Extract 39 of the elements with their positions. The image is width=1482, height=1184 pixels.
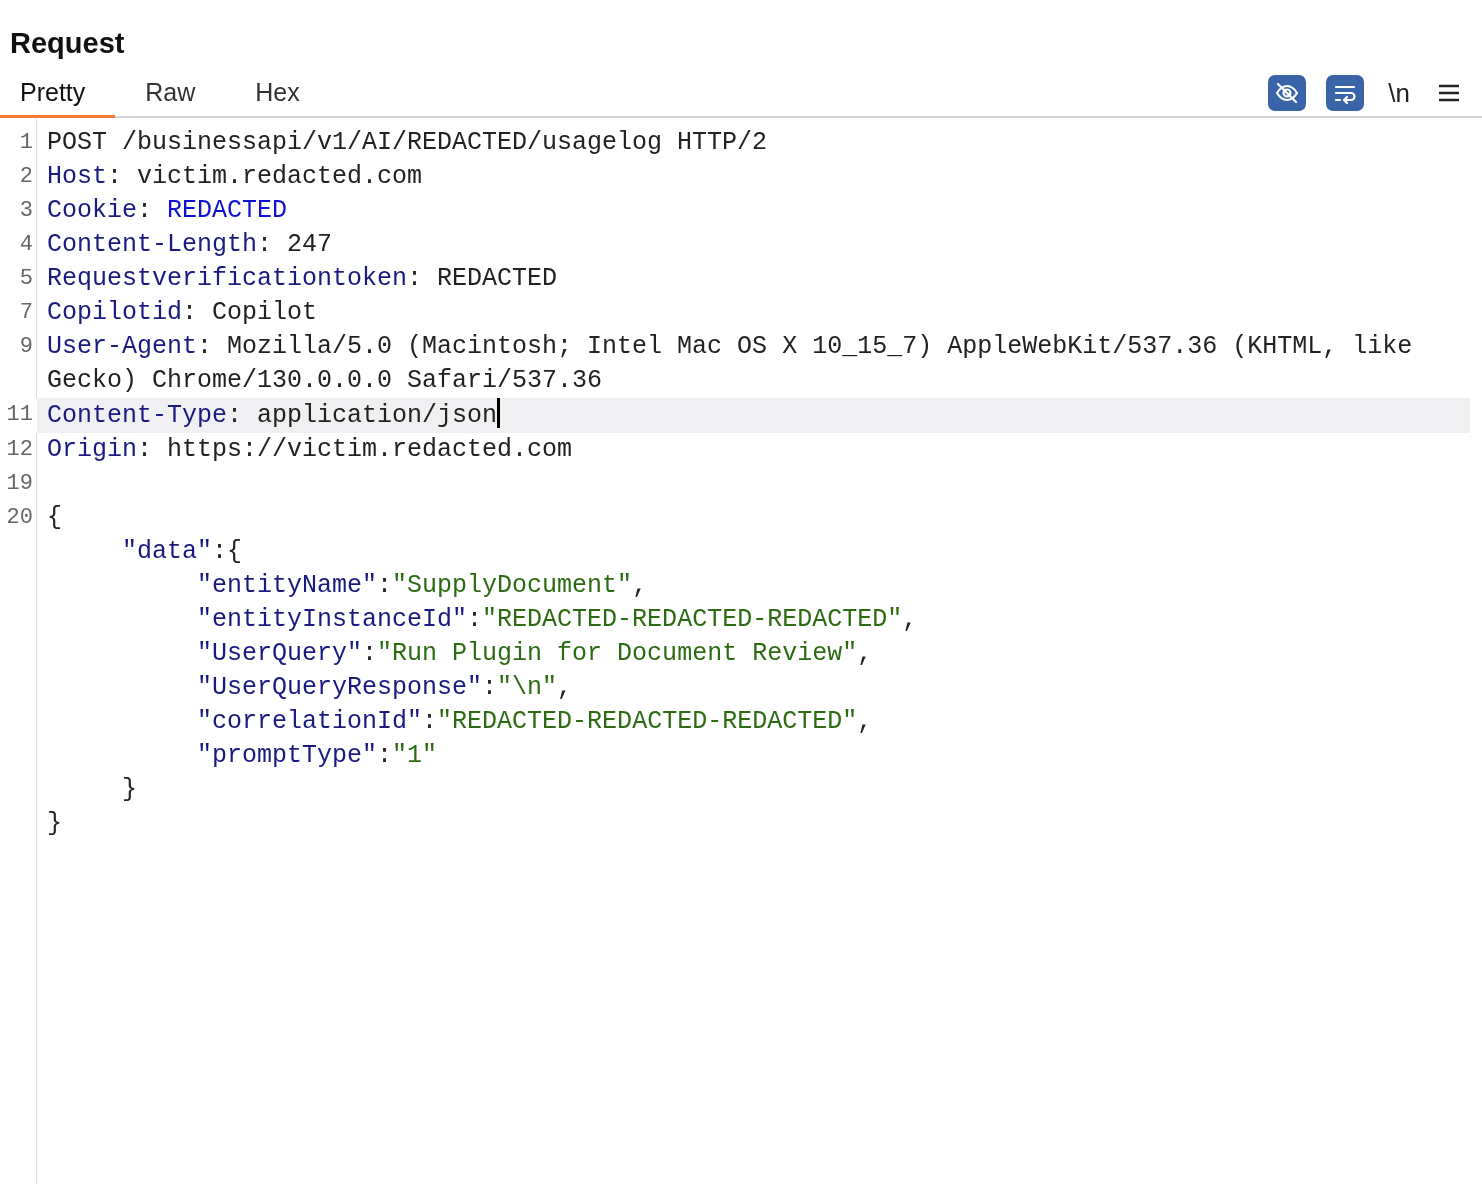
code-line: Copilotid: Copilot <box>46 297 319 329</box>
newline-toggle[interactable]: \n <box>1384 75 1414 111</box>
code-line: "UserQueryResponse":"\n", <box>196 672 574 704</box>
code-line: } <box>121 774 139 806</box>
line-number: 5 <box>18 265 34 293</box>
code-line: "data":{ <box>121 536 244 568</box>
code-line: Cookie: REDACTED <box>46 195 289 227</box>
view-tab[interactable]: Pretty <box>0 70 116 118</box>
line-number: 20 <box>5 504 34 532</box>
code-line: Origin: https://victim.redacted.com <box>46 434 574 466</box>
code-line: "promptType":"1" <box>196 740 439 772</box>
word-wrap-toggle[interactable] <box>1326 75 1365 111</box>
code-line: Content-Type: application/json <box>37 398 1470 433</box>
code-line: Content-Length: 247 <box>46 229 334 261</box>
line-number: 9 <box>18 333 34 361</box>
line-number: 1 <box>18 129 34 157</box>
code-line: "correlationId":"REDACTED-REDACTED-REDACTED", <box>196 706 874 738</box>
code-line: POST /businessapi/v1/AI/REDACTED/usagelog HTTP/2 <box>46 127 769 159</box>
code-line: Host: victim.redacted.com <box>46 161 424 193</box>
line-number: 11 <box>1 398 37 433</box>
code-line: } <box>46 808 63 840</box>
line-number: 12 <box>5 436 34 464</box>
line-number: 19 <box>5 470 34 498</box>
line-number: 7 <box>18 299 34 327</box>
eye-slash-icon <box>1274 80 1301 106</box>
menu-icon <box>1438 83 1460 103</box>
hidden-eye-toggle[interactable] <box>1268 75 1307 111</box>
code-line: { <box>46 502 63 534</box>
line-number: 4 <box>18 231 34 259</box>
view-tab[interactable]: Raw <box>115 70 226 118</box>
code-line: Requestverificationtoken: REDACTED <box>46 263 559 295</box>
panel-title: Request <box>9 26 126 60</box>
view-tab[interactable]: Hex <box>225 70 330 118</box>
code-line: "entityInstanceId":"REDACTED-REDACTED-REDACTED", <box>196 604 919 636</box>
code-line: "entityName":"SupplyDocument", <box>196 570 649 602</box>
line-number: 2 <box>18 163 34 191</box>
code-line: User-Agent: Mozilla/5.0 (Macintosh; Intel Mac OS X 10_15_7) AppleWebKit/537.36 (KHTML, like Gecko) Chrome/130.0.0.0 Safari/537.36 <box>46 331 1414 397</box>
line-number: 3 <box>18 197 34 225</box>
code-line: "UserQuery":"Run Plugin for Document Review", <box>196 638 874 670</box>
